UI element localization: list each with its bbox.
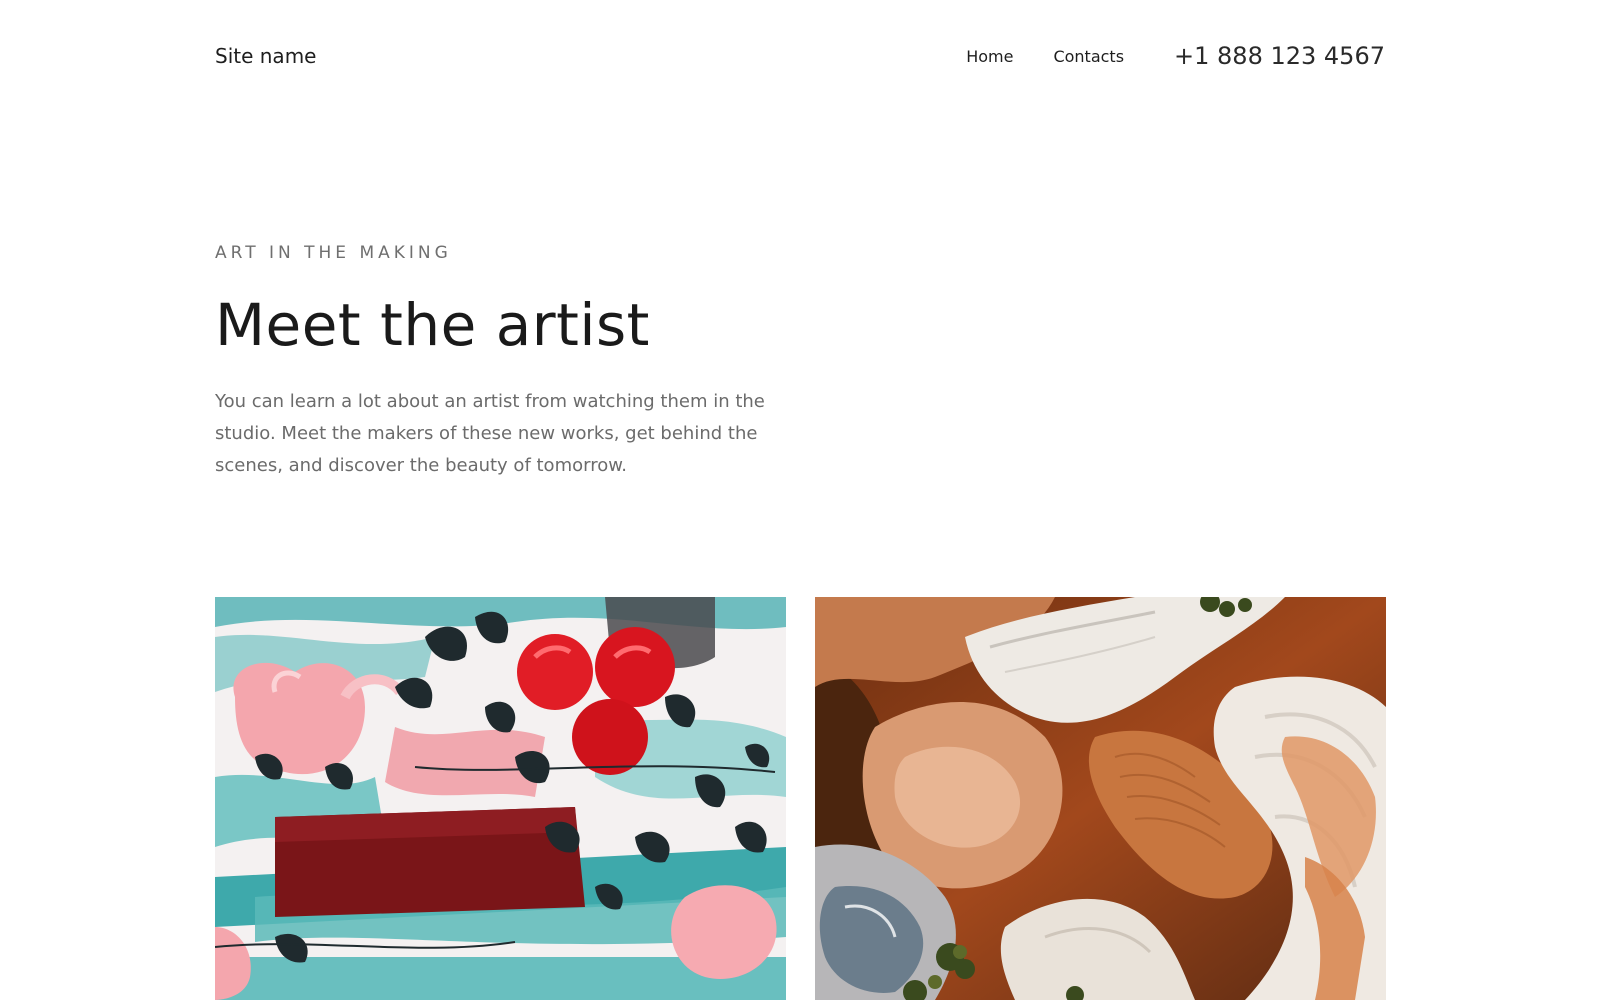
aerial-artwork	[815, 597, 1386, 1000]
hero-description: You can learn a lot about an artist from…	[215, 391, 765, 476]
hero-section: ART IN THE MAKING Meet the artist You ca…	[215, 240, 815, 482]
gallery	[215, 597, 1386, 1000]
gallery-image-painting[interactable]	[215, 597, 786, 1000]
hero-eyebrow: ART IN THE MAKING	[215, 243, 452, 263]
phone-link[interactable]: +1 888 123 4567	[1174, 42, 1385, 70]
hero-title: Meet the artist	[215, 291, 650, 359]
page: Site name Home Contacts +1 888 123 4567 …	[0, 0, 1600, 1000]
main-nav: Home Contacts +1 888 123 4567	[966, 42, 1385, 70]
nav-link-contacts[interactable]: Contacts	[1053, 47, 1124, 66]
painting-artwork	[215, 597, 786, 1000]
nav-link-home[interactable]: Home	[966, 47, 1013, 66]
site-header: Site name Home Contacts +1 888 123 4567	[215, 30, 1385, 82]
site-name-link[interactable]: Site name	[215, 44, 316, 68]
gallery-image-aerial[interactable]	[815, 597, 1386, 1000]
